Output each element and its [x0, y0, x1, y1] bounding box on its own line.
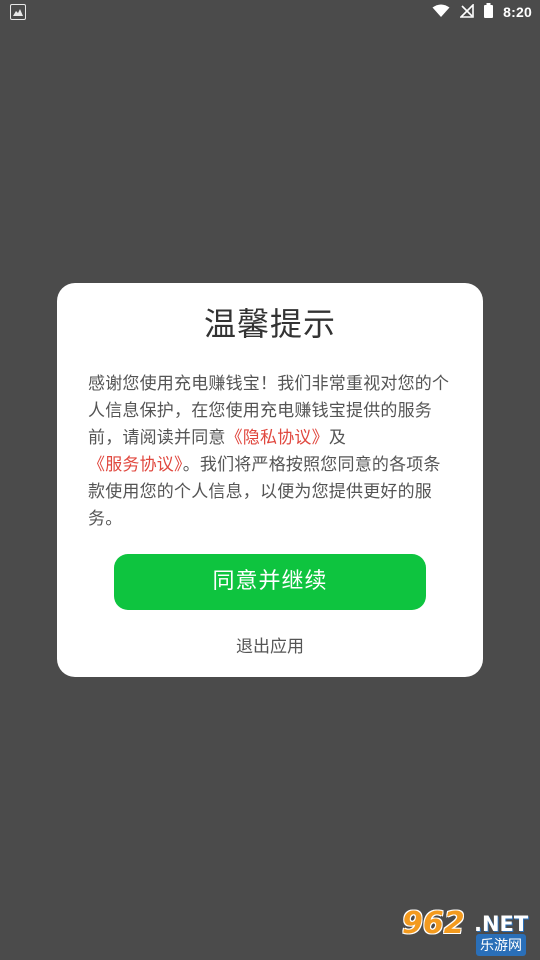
agree-continue-button[interactable]: 同意并继续 — [114, 554, 426, 610]
status-time: 8:20 — [503, 4, 532, 20]
dialog-message: 感谢您使用充电赚钱宝！我们非常重视对您的个人信息保护，在您使用充电赚钱宝提供的服… — [88, 371, 456, 533]
service-agreement-link[interactable]: 《服务协议》 — [88, 455, 183, 475]
watermark-domain: .NET — [474, 912, 529, 936]
wifi-icon — [432, 3, 450, 22]
watermark-subtitle: 乐游网 — [476, 934, 526, 956]
exit-app-button[interactable]: 退出应用 — [57, 632, 483, 657]
watermark-number: 962 — [402, 906, 465, 941]
battery-icon — [484, 2, 494, 22]
privacy-policy-link[interactable]: 《隐私协议》 — [226, 428, 329, 448]
privacy-dialog: 温馨提示 感谢您使用充电赚钱宝！我们非常重视对您的个人信息保护，在您使用充电赚钱… — [57, 283, 483, 677]
status-icons: 8:20 — [432, 2, 532, 22]
app-notification-icon — [10, 4, 26, 20]
dialog-title: 温馨提示 — [203, 305, 336, 343]
watermark-logo: 962 .NET 乐游网 — [400, 906, 536, 956]
no-sim-icon — [459, 2, 474, 22]
status-bar: 8:20 — [0, 0, 540, 24]
message-text-2: 及 — [328, 428, 347, 448]
